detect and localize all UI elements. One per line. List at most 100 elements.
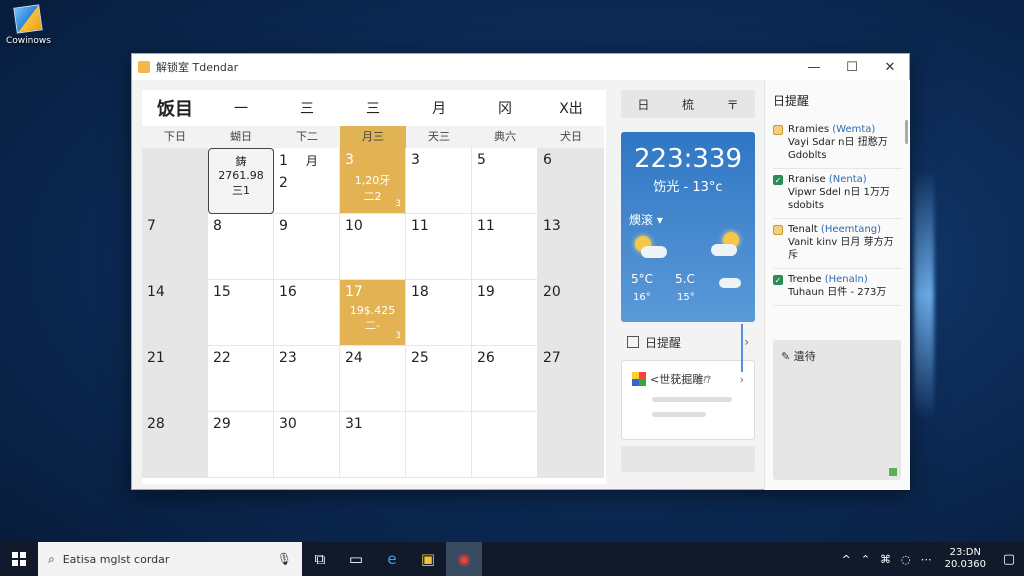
- day-number: 23: [279, 350, 297, 366]
- calendar-day[interactable]: 15: [208, 280, 274, 346]
- task-text: Tenalt (Heemtang) Vanit kinv 日月 芽方万 斥: [788, 223, 902, 262]
- calendar-day[interactable]: [472, 412, 538, 478]
- tab-tasks[interactable]: 梳: [666, 96, 711, 113]
- title-bar[interactable]: 解锁室 Tdendar — ☐ ✕: [132, 54, 909, 80]
- task-item[interactable]: Rramies (Wemta) Vayi Sdar n日 扭憨万 Gdoblts: [773, 119, 902, 169]
- calendar-day[interactable]: 5: [472, 148, 538, 214]
- calendar-day-event[interactable]: 3 1,20牙 二2 3: [340, 148, 406, 214]
- tab-more[interactable]: 〒: [710, 96, 755, 113]
- view-tabs: 日 梳 〒: [621, 90, 755, 118]
- taskbar-search[interactable]: ⌕ Eatisa mglst cordar 🎙: [38, 542, 302, 576]
- day-number: 20: [543, 284, 561, 300]
- calendar-day[interactable]: [406, 412, 472, 478]
- chrome-icon[interactable]: ◉: [446, 542, 482, 576]
- calendar-day[interactable]: 24: [340, 346, 406, 412]
- panel-scroll-indicator[interactable]: [741, 324, 743, 372]
- checked-checkbox-icon[interactable]: ✓: [773, 175, 783, 185]
- notes-card[interactable]: ✎ 遺待: [773, 340, 901, 480]
- day-number: 27: [543, 350, 561, 366]
- calendar-day[interactable]: 1 月 2: [274, 148, 340, 214]
- day-number: 29: [213, 416, 231, 432]
- store-icon[interactable]: ▣: [410, 542, 446, 576]
- calendar-day[interactable]: 3: [406, 148, 472, 214]
- weather-location[interactable]: 燠滚 ▾: [629, 211, 747, 228]
- task-item[interactable]: Tenalt (Heemtang) Vanit kinv 日月 芽方万 斥: [773, 219, 902, 269]
- calendar-day[interactable]: 29: [208, 412, 274, 478]
- day-number: 8: [213, 218, 222, 234]
- calendar-day[interactable]: 9: [274, 214, 340, 280]
- calendar-day-event[interactable]: 17 19$.425 二- 3: [340, 280, 406, 346]
- notification-icon[interactable]: ▢: [994, 552, 1024, 567]
- taskbar-clock[interactable]: 23:DN 20.0360: [945, 547, 986, 571]
- minimize-button[interactable]: —: [795, 54, 833, 80]
- calendar-day[interactable]: 20: [538, 280, 604, 346]
- reminder-link[interactable]: 日提醒 ›: [621, 330, 755, 354]
- task-item[interactable]: ✓ Trenbe (Henaln) Tuhaun 日件 - 273万: [773, 269, 902, 306]
- day-number: 31: [345, 416, 363, 432]
- calendar-day[interactable]: [538, 412, 604, 478]
- calendar-day[interactable]: 11: [472, 214, 538, 280]
- calendar-day[interactable]: 鋳 2761.98 三1: [208, 148, 274, 214]
- tray-network-icon[interactable]: ⌘: [880, 553, 891, 566]
- calendar-day[interactable]: 6: [538, 148, 604, 214]
- calendar-day[interactable]: 22: [208, 346, 274, 412]
- tray-volume-icon[interactable]: ◌: [901, 553, 911, 566]
- header-cell: 一: [234, 101, 248, 117]
- task-view-icon[interactable]: ⧉: [302, 542, 338, 576]
- add-reminder-card[interactable]: <世莸掘雕 疗 ›: [621, 360, 755, 440]
- calendar-day[interactable]: 10: [340, 214, 406, 280]
- calendar-day[interactable]: 13: [538, 214, 604, 280]
- tray-up-icon[interactable]: ⌃: [861, 553, 870, 566]
- pending-checkbox-icon[interactable]: [773, 225, 783, 235]
- calendar-day[interactable]: 8: [208, 214, 274, 280]
- calendar-day[interactable]: 23: [274, 346, 340, 412]
- side-panel-footer: [621, 446, 755, 472]
- day-number: 11: [411, 218, 429, 234]
- system-tray: ^ ⌃ ⌘ ◌ ⋯ 23:DN 20.0360 ▢: [837, 547, 1024, 571]
- today-line: 鋳: [235, 155, 247, 168]
- weather-card[interactable]: 223:339 饬光 - 13°c 燠滚 ▾ 5°C 16° 5.C 15°: [621, 132, 755, 322]
- calendar-day[interactable]: 26: [472, 346, 538, 412]
- pending-checkbox-icon[interactable]: [773, 125, 783, 135]
- day-number: 21: [147, 350, 165, 366]
- task-text: Rranise (Nenta) Vipwr Sdel n日 1万万 sdobits: [788, 173, 902, 212]
- resize-corner-icon[interactable]: [889, 468, 897, 476]
- month-calendar: 饭目 一 三 三 月 冈 X出 下日 蝴日 下二 月三 天三 典六 犬日 鋳 27…: [142, 90, 606, 484]
- task-item[interactable]: ✓ Rranise (Nenta) Vipwr Sdel n日 1万万 sdobit…: [773, 169, 902, 219]
- desktop-shortcut-label: Cowinows: [6, 36, 51, 46]
- start-button[interactable]: [0, 542, 38, 576]
- task-tag: (Nenta): [828, 174, 867, 185]
- calendar-day[interactable]: 27: [538, 346, 604, 412]
- calendar-day[interactable]: 30: [274, 412, 340, 478]
- calendar-day[interactable]: 18: [406, 280, 472, 346]
- task-title: Tenalt: [788, 224, 818, 235]
- calendar-day[interactable]: 11: [406, 214, 472, 280]
- edge-browser-icon[interactable]: e: [374, 542, 410, 576]
- tray-chevron-icon[interactable]: ^: [842, 553, 851, 566]
- tasks-scrollbar[interactable]: [905, 120, 908, 144]
- task-description: Vayi Sdar n日 扭憨万 Gdoblts: [788, 137, 888, 161]
- calendar-day[interactable]: 7: [142, 214, 208, 280]
- checked-checkbox-icon[interactable]: ✓: [773, 275, 783, 285]
- calendar-day[interactable]: 16: [274, 280, 340, 346]
- file-explorer-icon[interactable]: ▭: [338, 542, 374, 576]
- calendar-day[interactable]: [142, 148, 208, 214]
- maximize-button[interactable]: ☐: [833, 54, 871, 80]
- tray-more-icon[interactable]: ⋯: [921, 553, 932, 566]
- tab-day[interactable]: 日: [621, 96, 666, 113]
- calendar-week-row: 21 22 23 24 25 26 27: [142, 346, 604, 412]
- desktop-shortcut[interactable]: Cowinows: [6, 4, 51, 46]
- calendar-day[interactable]: 28: [142, 412, 208, 478]
- calendar-week-row: 14 15 16 17 19$.425 二- 3 18 19 20: [142, 280, 604, 346]
- calendar-day[interactable]: 25: [406, 346, 472, 412]
- close-button[interactable]: ✕: [871, 54, 909, 80]
- day-number: 11: [477, 218, 495, 234]
- calendar-day[interactable]: 21: [142, 346, 208, 412]
- day-under: 2: [279, 175, 288, 191]
- calendar-day[interactable]: 31: [340, 412, 406, 478]
- microphone-icon[interactable]: 🎙: [277, 552, 292, 566]
- calendar-day[interactable]: 14: [142, 280, 208, 346]
- calendar-day[interactable]: 19: [472, 280, 538, 346]
- day-number: 13: [543, 218, 561, 234]
- day-number: 7: [147, 218, 156, 234]
